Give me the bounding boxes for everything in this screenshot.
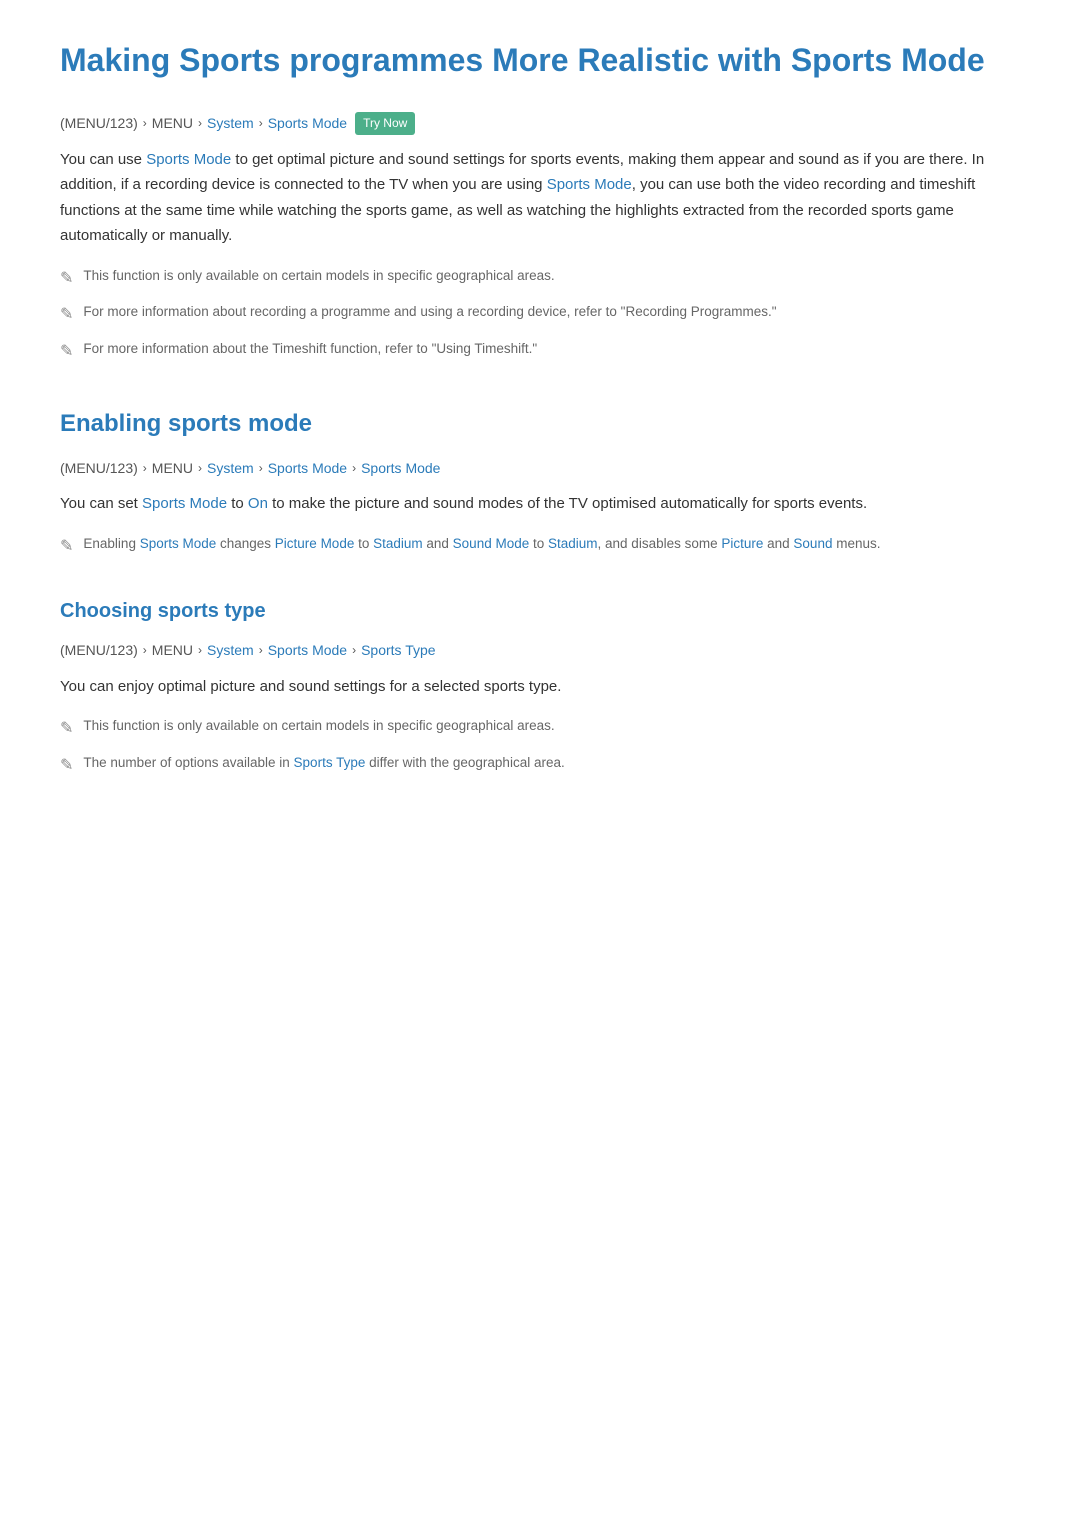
choosing-bc-sep2: ›: [198, 641, 202, 660]
breadcrumb-sports-mode: Sports Mode: [268, 112, 347, 134]
choosing-bc-sports-type: Sports Type: [361, 639, 435, 661]
choosing-section-title: Choosing sports type: [60, 595, 1020, 627]
note-item-1: ✎ This function is only available on cer…: [60, 265, 1020, 292]
breadcrumb-system: System: [207, 112, 254, 134]
choosing-bc-sep4: ›: [352, 641, 356, 660]
choosing-bc-sep3: ›: [259, 641, 263, 660]
sports-mode-link-4: Sports Mode: [140, 536, 217, 551]
enabling-breadcrumb: (MENU/123) › MENU › System › Sports Mode…: [60, 457, 1020, 479]
enabling-bc-sep2: ›: [198, 459, 202, 478]
note-text-3: For more information about the Timeshift…: [83, 338, 537, 360]
enabling-bc-sep4: ›: [352, 459, 356, 478]
pencil-icon-6: ✎: [60, 753, 73, 779]
enabling-section-title: Enabling sports mode: [60, 405, 1020, 443]
choosing-note-text-2: The number of options available in Sport…: [83, 752, 564, 774]
enabling-bc-sports-mode: Sports Mode: [268, 457, 347, 479]
on-link: On: [248, 495, 268, 512]
pencil-icon-1: ✎: [60, 266, 73, 292]
pencil-icon-3: ✎: [60, 339, 73, 365]
note-text-1: This function is only available on certa…: [83, 265, 554, 287]
pencil-icon-5: ✎: [60, 716, 73, 742]
choosing-note-item-1: ✎ This function is only available on cer…: [60, 715, 1020, 742]
main-breadcrumb: (MENU/123) › MENU › System › Sports Mode…: [60, 112, 1020, 135]
picture-mode-link: Picture Mode: [275, 536, 355, 551]
enabling-bc-sports-mode2: Sports Mode: [361, 457, 440, 479]
choosing-bc-menu123: (MENU/123): [60, 639, 138, 661]
breadcrumb-menu123: (MENU/123): [60, 112, 138, 134]
choosing-note-item-2: ✎ The number of options available in Spo…: [60, 752, 1020, 779]
breadcrumb-sep3: ›: [259, 114, 263, 133]
try-now-badge[interactable]: Try Now: [355, 112, 415, 135]
breadcrumb-menu: MENU: [152, 112, 193, 134]
choosing-bc-sep1: ›: [143, 641, 147, 660]
enabling-bc-sep1: ›: [143, 459, 147, 478]
breadcrumb-sep1: ›: [143, 114, 147, 133]
page-title: Making Sports programmes More Realistic …: [60, 40, 1020, 82]
note-item-2: ✎ For more information about recording a…: [60, 301, 1020, 328]
enabling-bc-system: System: [207, 457, 254, 479]
sports-type-link: Sports Type: [294, 755, 366, 770]
enabling-bc-sep3: ›: [259, 459, 263, 478]
enabling-note-text: Enabling Sports Mode changes Picture Mod…: [83, 533, 880, 555]
choosing-bc-menu: MENU: [152, 639, 193, 661]
enabling-body-text: You can set Sports Mode to On to make th…: [60, 491, 1020, 517]
main-body-text: You can use Sports Mode to get optimal p…: [60, 147, 1020, 249]
choosing-bc-system: System: [207, 639, 254, 661]
pencil-icon-4: ✎: [60, 534, 73, 560]
choosing-body-text: You can enjoy optimal picture and sound …: [60, 674, 1020, 700]
main-notes-list: ✎ This function is only available on cer…: [60, 265, 1020, 365]
sound-mode-link: Sound Mode: [453, 536, 530, 551]
choosing-breadcrumb: (MENU/123) › MENU › System › Sports Mode…: [60, 639, 1020, 661]
note-item-3: ✎ For more information about the Timeshi…: [60, 338, 1020, 365]
enabling-bc-menu: MENU: [152, 457, 193, 479]
enabling-bc-menu123: (MENU/123): [60, 457, 138, 479]
stadium-link-2: Stadium: [548, 536, 598, 551]
sports-mode-link-1: Sports Mode: [146, 151, 231, 168]
choosing-bc-sports-mode: Sports Mode: [268, 639, 347, 661]
enabling-notes-list: ✎ Enabling Sports Mode changes Picture M…: [60, 533, 1020, 560]
choosing-notes-list: ✎ This function is only available on cer…: [60, 715, 1020, 778]
enabling-note-item: ✎ Enabling Sports Mode changes Picture M…: [60, 533, 1020, 560]
sports-mode-link-2: Sports Mode: [547, 176, 632, 193]
sports-mode-link-3: Sports Mode: [142, 495, 227, 512]
pencil-icon-2: ✎: [60, 302, 73, 328]
picture-link: Picture: [721, 536, 763, 551]
sound-link: Sound: [793, 536, 832, 551]
note-text-2: For more information about recording a p…: [83, 301, 776, 323]
stadium-link-1: Stadium: [373, 536, 423, 551]
breadcrumb-sep2: ›: [198, 114, 202, 133]
choosing-note-text-1: This function is only available on certa…: [83, 715, 554, 737]
